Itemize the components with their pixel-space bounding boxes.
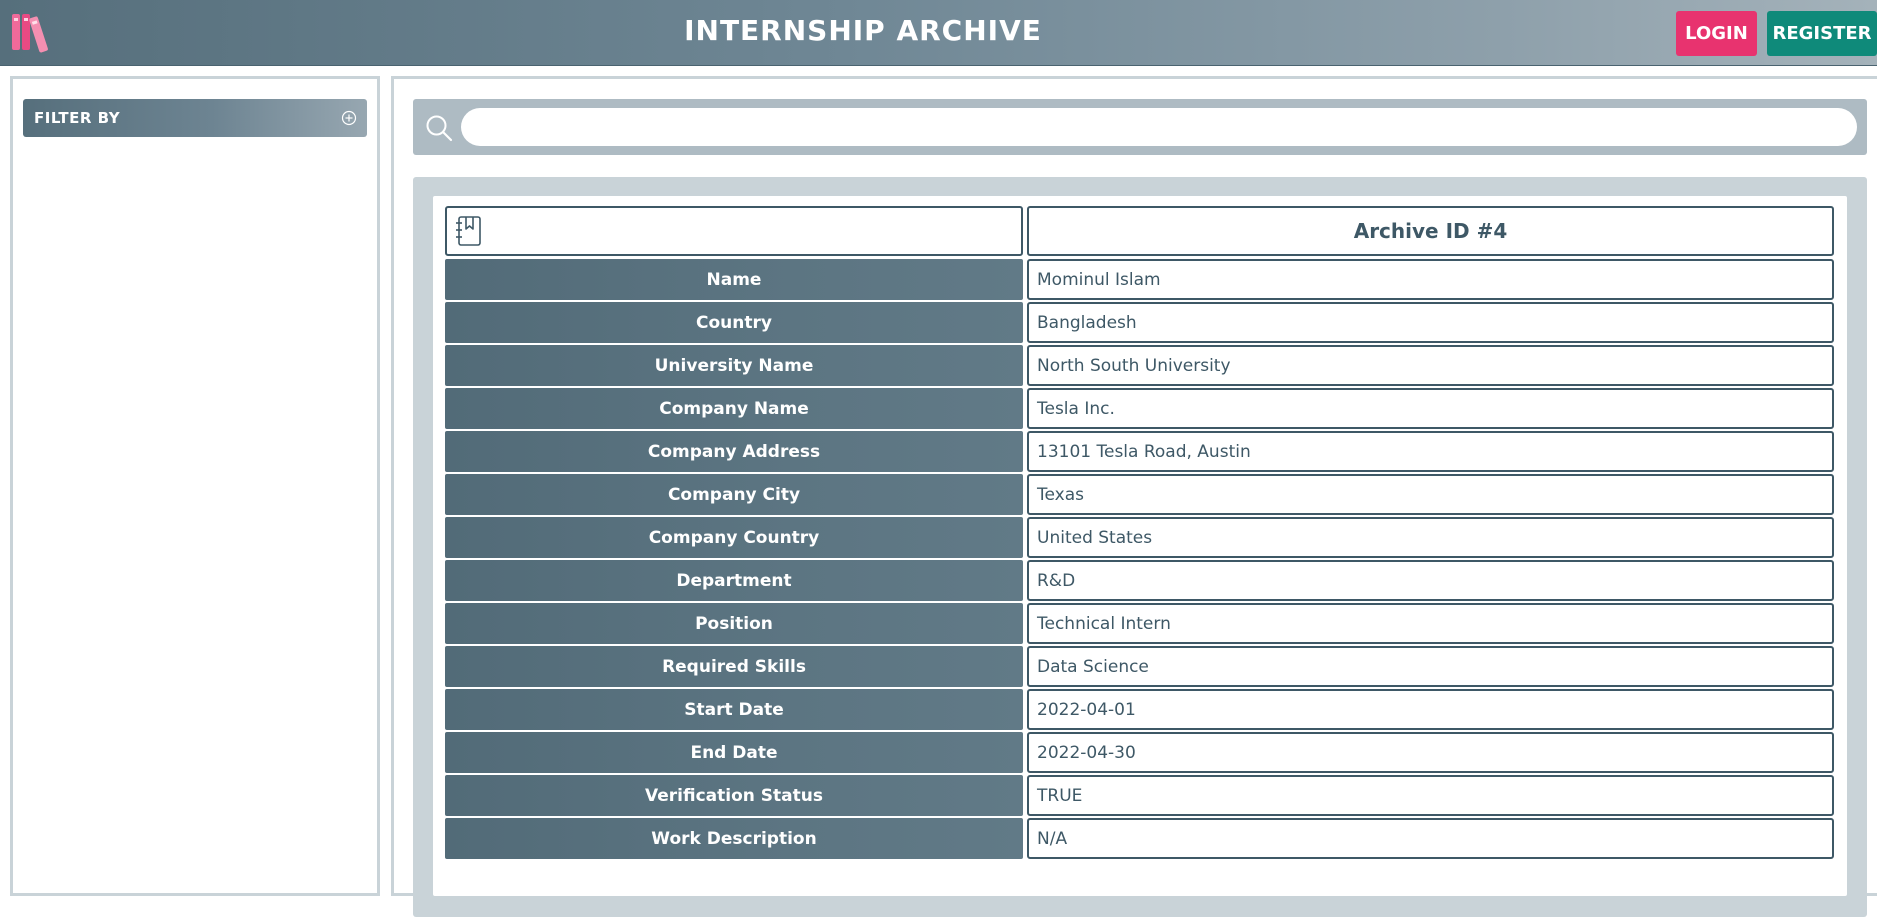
field-value: Technical Intern — [1027, 603, 1834, 644]
field-label: Position — [445, 603, 1023, 644]
archive-record-card: Archive ID #4 Name Mominul Islam Country… — [433, 196, 1847, 896]
field-label: Company Address — [445, 431, 1023, 472]
field-value: 13101 Tesla Road, Austin — [1027, 431, 1834, 472]
field-label: Department — [445, 560, 1023, 601]
field-label: Start Date — [445, 689, 1023, 730]
filter-sidebar: FILTER BY — [10, 76, 380, 896]
plus-circle-icon[interactable] — [341, 110, 357, 126]
field-row-company-name: Company Name Tesla Inc. — [445, 388, 1834, 429]
field-row-position: Position Technical Intern — [445, 603, 1834, 644]
field-label: Country — [445, 302, 1023, 343]
top-navbar: INTERNSHIP ARCHIVE LOGIN REGISTER — [0, 0, 1877, 66]
field-value: North South University — [1027, 345, 1834, 386]
field-row-name: Name Mominul Islam — [445, 259, 1834, 300]
field-row-verification-status: Verification Status TRUE — [445, 775, 1834, 816]
field-row-start-date: Start Date 2022-04-01 — [445, 689, 1834, 730]
field-label: Work Description — [445, 818, 1023, 859]
login-button[interactable]: LOGIN — [1676, 11, 1757, 56]
main-content: Archive ID #4 Name Mominul Islam Country… — [391, 76, 1877, 917]
field-value: United States — [1027, 517, 1834, 558]
search-bar — [413, 99, 1867, 155]
field-value: Mominul Islam — [1027, 259, 1834, 300]
results-panel: Archive ID #4 Name Mominul Islam Country… — [413, 177, 1867, 917]
field-value: N/A — [1027, 818, 1834, 859]
record-header-row: Archive ID #4 — [445, 206, 1834, 256]
field-value: Texas — [1027, 474, 1834, 515]
field-label: End Date — [445, 732, 1023, 773]
field-row-company-country: Company Country United States — [445, 517, 1834, 558]
field-label: Company Country — [445, 517, 1023, 558]
bookmark-notebook-icon[interactable] — [454, 214, 484, 248]
field-row-country: Country Bangladesh — [445, 302, 1834, 343]
field-value: Tesla Inc. — [1027, 388, 1834, 429]
filter-label: FILTER BY — [34, 109, 121, 127]
search-icon[interactable] — [424, 113, 454, 143]
field-value: 2022-04-30 — [1027, 732, 1834, 773]
field-label: Company City — [445, 474, 1023, 515]
field-value: 2022-04-01 — [1027, 689, 1834, 730]
record-header-left — [445, 206, 1023, 256]
field-label: Verification Status — [445, 775, 1023, 816]
field-value: TRUE — [1027, 775, 1834, 816]
register-button[interactable]: REGISTER — [1767, 11, 1877, 56]
field-label: Name — [445, 259, 1023, 300]
archive-id-heading: Archive ID #4 — [1027, 206, 1834, 256]
field-row-company-address: Company Address 13101 Tesla Road, Austin — [445, 431, 1834, 472]
field-row-required-skills: Required Skills Data Science — [445, 646, 1834, 687]
field-row-department: Department R&D — [445, 560, 1834, 601]
field-value: Data Science — [1027, 646, 1834, 687]
field-value: Bangladesh — [1027, 302, 1834, 343]
field-row-work-description: Work Description N/A — [445, 818, 1834, 859]
search-input[interactable] — [461, 108, 1857, 146]
filter-toggle[interactable]: FILTER BY — [23, 99, 367, 137]
field-row-university-name: University Name North South University — [445, 345, 1834, 386]
field-row-company-city: Company City Texas — [445, 474, 1834, 515]
field-label: Company Name — [445, 388, 1023, 429]
field-label: Required Skills — [445, 646, 1023, 687]
field-label: University Name — [445, 345, 1023, 386]
field-value: R&D — [1027, 560, 1834, 601]
page-title: INTERNSHIP ARCHIVE — [684, 14, 1042, 47]
field-row-end-date: End Date 2022-04-30 — [445, 732, 1834, 773]
